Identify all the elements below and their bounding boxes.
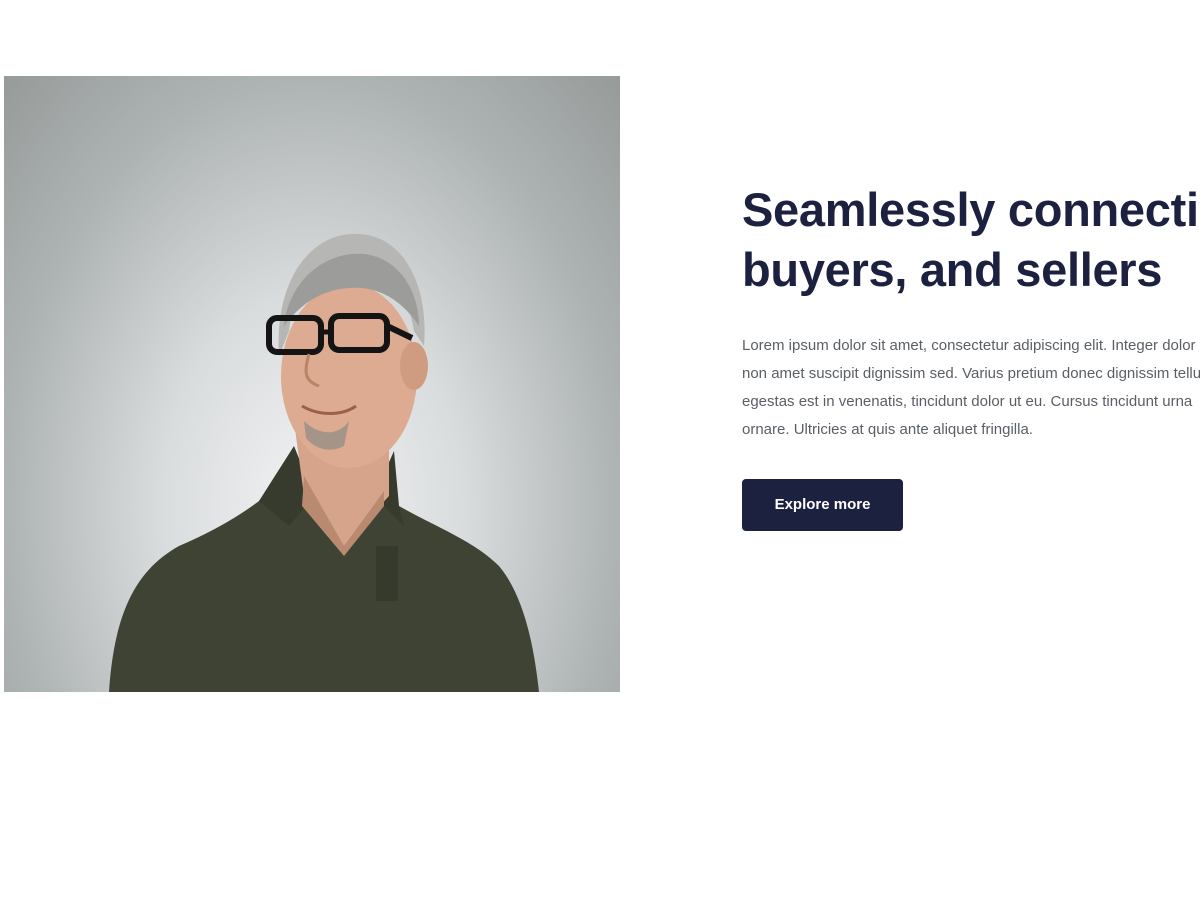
description-line-1: Lorem ipsum dolor sit amet, consectetur … — [742, 337, 1196, 354]
description-line-2: non amet suscipit dignissim sed. Varius … — [742, 365, 1200, 382]
hero-content: Seamlessly connecting buyers, and seller… — [742, 180, 1200, 531]
headline-line-2: buyers, and sellers — [742, 243, 1163, 296]
page: Seamlessly connecting buyers, and seller… — [0, 0, 1200, 900]
hero-headline: Seamlessly connecting buyers, and seller… — [742, 180, 1200, 300]
person-portrait-image — [109, 233, 539, 692]
hero-description: Lorem ipsum dolor sit amet, consectetur … — [742, 332, 1200, 444]
description-line-4: ornare. Ultricies at quis ante aliquet f… — [742, 421, 1033, 438]
headline-line-1: Seamlessly connecting — [742, 183, 1200, 236]
description-line-3: egestas est in venenatis, tincidunt dolo… — [742, 393, 1193, 410]
hero-photo — [4, 76, 620, 692]
explore-more-button[interactable]: Explore more — [742, 479, 903, 531]
